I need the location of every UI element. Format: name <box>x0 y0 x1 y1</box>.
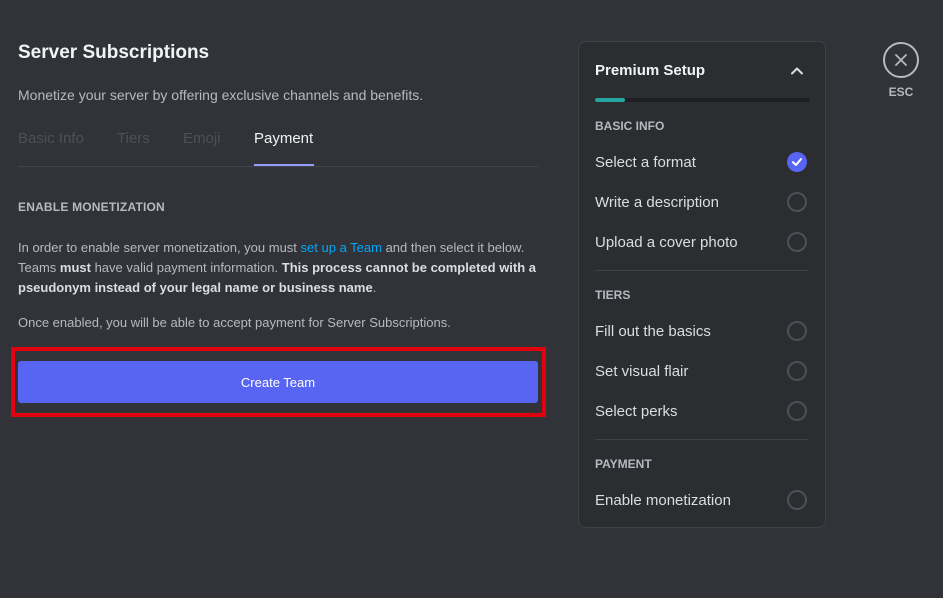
divider <box>595 270 808 271</box>
monetization-note: Once enabled, you will be able to accept… <box>18 315 451 330</box>
checklist-item-write-description[interactable]: Write a description <box>595 192 810 214</box>
page-title: Server Subscriptions <box>18 42 210 63</box>
checklist-item-fill-basics[interactable]: Fill out the basics <box>595 321 810 343</box>
set-up-team-link[interactable]: set up a Team <box>301 240 382 255</box>
checklist-item-label: Select perks <box>595 403 678 420</box>
instructions-bold: must <box>59 260 91 275</box>
unchecked-circle-icon <box>787 232 807 252</box>
check-icon <box>787 152 807 172</box>
divider <box>595 439 808 440</box>
tab-bar: Basic Info Tiers Emoji Payment <box>18 128 539 167</box>
checklist-item-label: Upload a cover photo <box>595 234 738 251</box>
progress-fill <box>595 98 626 102</box>
checklist-item-enable-monetization[interactable]: Enable monetization <box>595 490 810 512</box>
checklist-item-select-format[interactable]: Select a format <box>595 152 810 174</box>
tab-basic-info[interactable]: Basic Info <box>18 130 84 147</box>
checklist-item-label: Fill out the basics <box>595 323 711 340</box>
tab-tiers[interactable]: Tiers <box>117 130 150 147</box>
instructions-text: In order to enable server monetization, … <box>18 240 301 255</box>
checklist-item-select-perks[interactable]: Select perks <box>595 401 810 423</box>
group-heading-payment: PAYMENT <box>595 457 652 471</box>
checklist-item-upload-cover[interactable]: Upload a cover photo <box>595 232 810 254</box>
esc-label: ESC <box>888 85 914 99</box>
close-icon <box>895 54 907 66</box>
group-heading-basic-info: BASIC INFO <box>595 119 665 133</box>
collapse-button[interactable] <box>787 61 807 81</box>
premium-setup-panel: Premium Setup BASIC INFO Select a format… <box>578 41 826 528</box>
chevron-up-icon <box>791 67 803 75</box>
tab-payment[interactable]: Payment <box>254 130 313 147</box>
section-heading: ENABLE MONETIZATION <box>18 200 165 214</box>
checklist-item-visual-flair[interactable]: Set visual flair <box>595 361 810 383</box>
instructions-text: . <box>372 280 377 295</box>
unchecked-circle-icon <box>787 192 807 212</box>
instructions-text: have valid payment information. <box>90 260 282 275</box>
unchecked-circle-icon <box>787 361 807 381</box>
group-heading-tiers: TIERS <box>595 288 631 302</box>
checklist-item-label: Select a format <box>595 154 696 171</box>
active-tab-indicator <box>254 164 314 166</box>
monetization-instructions: In order to enable server monetization, … <box>18 238 548 298</box>
unchecked-circle-icon <box>787 321 807 341</box>
tab-emoji[interactable]: Emoji <box>183 130 221 147</box>
progress-bar <box>595 98 810 102</box>
unchecked-circle-icon <box>787 490 807 510</box>
page-subtitle: Monetize your server by offering exclusi… <box>18 87 424 103</box>
unchecked-circle-icon <box>787 401 807 421</box>
close-button[interactable] <box>883 42 919 78</box>
panel-title: Premium Setup <box>595 62 706 79</box>
checklist-item-label: Enable monetization <box>595 492 731 509</box>
server-subscriptions-page: Server Subscriptions Monetize your serve… <box>0 0 943 598</box>
checklist-item-label: Write a description <box>595 194 719 211</box>
checklist-item-label: Set visual flair <box>595 363 689 380</box>
create-team-button[interactable]: Create Team <box>18 361 538 403</box>
